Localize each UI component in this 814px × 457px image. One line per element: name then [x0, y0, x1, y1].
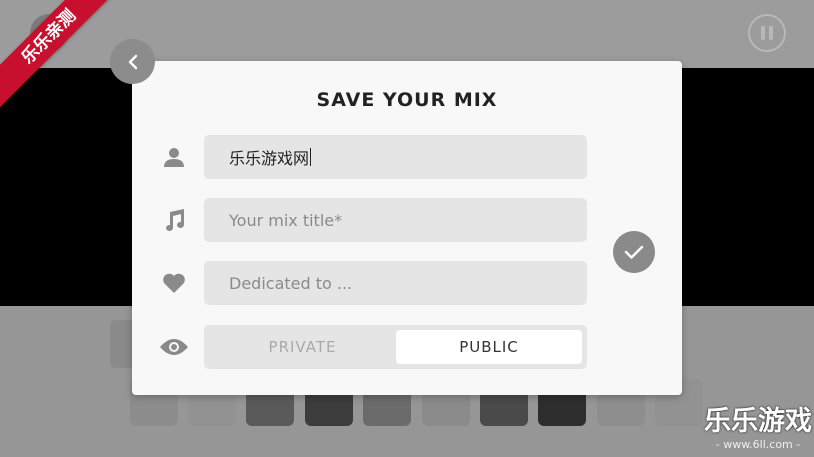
watermark-url: - www.6ll.com -	[715, 438, 801, 451]
name-field[interactable]: 乐乐游戏网	[204, 135, 587, 179]
site-watermark: 乐乐游戏 - www.6ll.com -	[702, 406, 814, 452]
dedicated-to-placeholder: Dedicated to ...	[229, 273, 353, 293]
mix-title-input[interactable]: Your mix title*	[204, 198, 587, 242]
name-value: 乐乐游戏网	[229, 149, 310, 168]
music-note-icon	[160, 206, 188, 234]
chevron-left-icon	[128, 54, 137, 69]
pause-icon	[761, 26, 765, 40]
private-option[interactable]: PRIVATE	[209, 330, 396, 364]
user-icon	[160, 143, 188, 171]
pause-button[interactable]	[748, 14, 786, 52]
checkmark-icon	[624, 245, 644, 259]
visibility-toggle: PRIVATE PUBLIC	[204, 325, 587, 369]
confirm-save-button[interactable]	[613, 231, 655, 273]
dedicated-to-input[interactable]: Dedicated to ...	[204, 261, 587, 305]
heart-icon	[160, 269, 188, 297]
mix-title-placeholder: Your mix title*	[229, 210, 343, 230]
text-caret	[310, 148, 312, 166]
eye-icon	[158, 333, 190, 361]
back-button[interactable]	[110, 39, 155, 84]
save-mix-dialog: SAVE YOUR MIX 乐乐游戏网 Your mix title* Dedi…	[132, 61, 682, 395]
public-option[interactable]: PUBLIC	[396, 330, 582, 364]
dialog-title: SAVE YOUR MIX	[316, 89, 498, 111]
pause-icon-bar	[769, 26, 773, 40]
watermark-title: 乐乐游戏	[704, 406, 812, 437]
